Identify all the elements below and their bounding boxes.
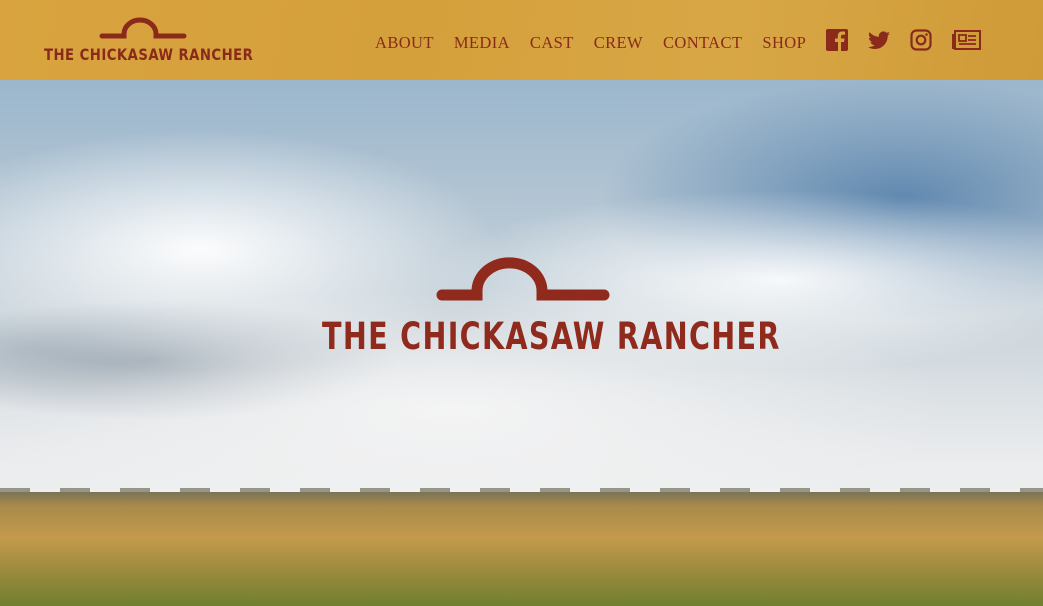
nav-cast[interactable]: CAST [530, 33, 574, 53]
nav-media[interactable]: MEDIA [454, 33, 510, 53]
prairie-ground [0, 492, 1043, 606]
nav-contact[interactable]: CONTACT [663, 33, 742, 53]
instagram-icon[interactable] [910, 29, 932, 56]
facebook-icon[interactable] [826, 29, 849, 56]
site-header: THE CHICKASAW RANCHER ABOUT MEDIA CAST C… [0, 0, 1043, 80]
arch-logo-icon [99, 17, 187, 39]
main-nav: ABOUT MEDIA CAST CREW CONTACT SHOP [375, 29, 1001, 56]
hero-logo-text: THE CHICKASAW RANCHER [322, 315, 781, 358]
twitter-icon[interactable] [868, 30, 891, 55]
hero-logo: THE CHICKASAW RANCHER [322, 255, 779, 358]
hero-image: THE CHICKASAW RANCHER [0, 80, 1043, 606]
nav-about[interactable]: ABOUT [375, 33, 434, 53]
site-logo[interactable]: THE CHICKASAW RANCHER [44, 14, 253, 66]
logo-text: THE CHICKASAW RANCHER [44, 45, 254, 64]
arch-logo-icon [436, 257, 610, 301]
nav-shop[interactable]: SHOP [762, 33, 806, 53]
nav-crew[interactable]: CREW [594, 33, 643, 53]
news-icon[interactable] [952, 30, 982, 55]
